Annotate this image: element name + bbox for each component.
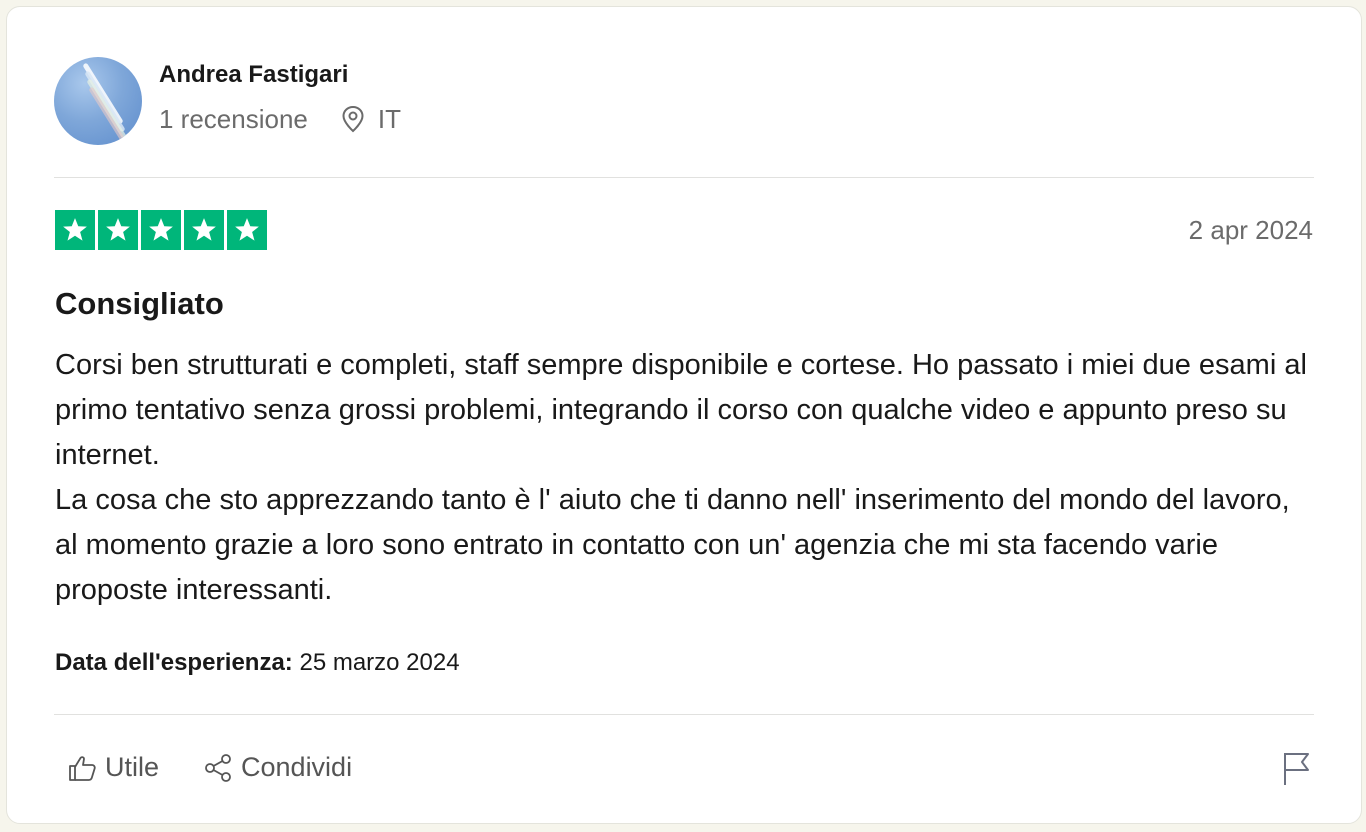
review-actions: Utile Condividi [67, 752, 352, 783]
reviewer-avatar[interactable] [54, 57, 142, 145]
experience-label: Data dell'esperienza: [55, 649, 293, 676]
star-icon [55, 210, 95, 250]
share-icon [205, 753, 231, 782]
experience-date: Data dell'esperienza: 25 marzo 2024 [55, 648, 460, 678]
star-rating [55, 210, 267, 250]
review-date: 2 apr 2024 [1188, 215, 1313, 245]
share-label: Condividi [241, 752, 353, 782]
useful-label: Utile [105, 752, 160, 782]
reviewer-country: IT [377, 104, 401, 134]
star-icon [141, 210, 181, 250]
star-icon [184, 210, 224, 250]
reviewer-header: Andrea Fastigari 1 recensione IT [54, 56, 401, 146]
review-card: Andrea Fastigari 1 recensione IT 2 apr 2… [6, 6, 1362, 824]
review-paragraph: La cosa che sto apprezzando tanto è l' a… [55, 484, 1290, 606]
reviewer-meta: 1 recensione IT [159, 104, 401, 134]
header-divider [54, 177, 1314, 178]
reviewer-name[interactable]: Andrea Fastigari [159, 60, 401, 90]
review-count: 1 recensione [159, 104, 308, 134]
review-paragraph: Corsi ben strutturati e completi, staff … [55, 349, 1307, 471]
experience-value: 25 marzo 2024 [299, 649, 460, 676]
share-button[interactable]: Condividi [203, 752, 352, 783]
thumbs-up-icon [69, 755, 96, 781]
star-icon [98, 210, 138, 250]
footer-divider [54, 714, 1314, 715]
location-pin-icon [342, 105, 364, 133]
review-body: Corsi ben strutturati e completi, staff … [55, 343, 1320, 613]
star-icon [227, 210, 267, 250]
useful-button[interactable]: Utile [67, 752, 159, 783]
review-title[interactable]: Consigliato [55, 286, 224, 322]
reviewer-info: Andrea Fastigari 1 recensione IT [159, 61, 401, 134]
flag-icon[interactable] [1281, 751, 1313, 787]
